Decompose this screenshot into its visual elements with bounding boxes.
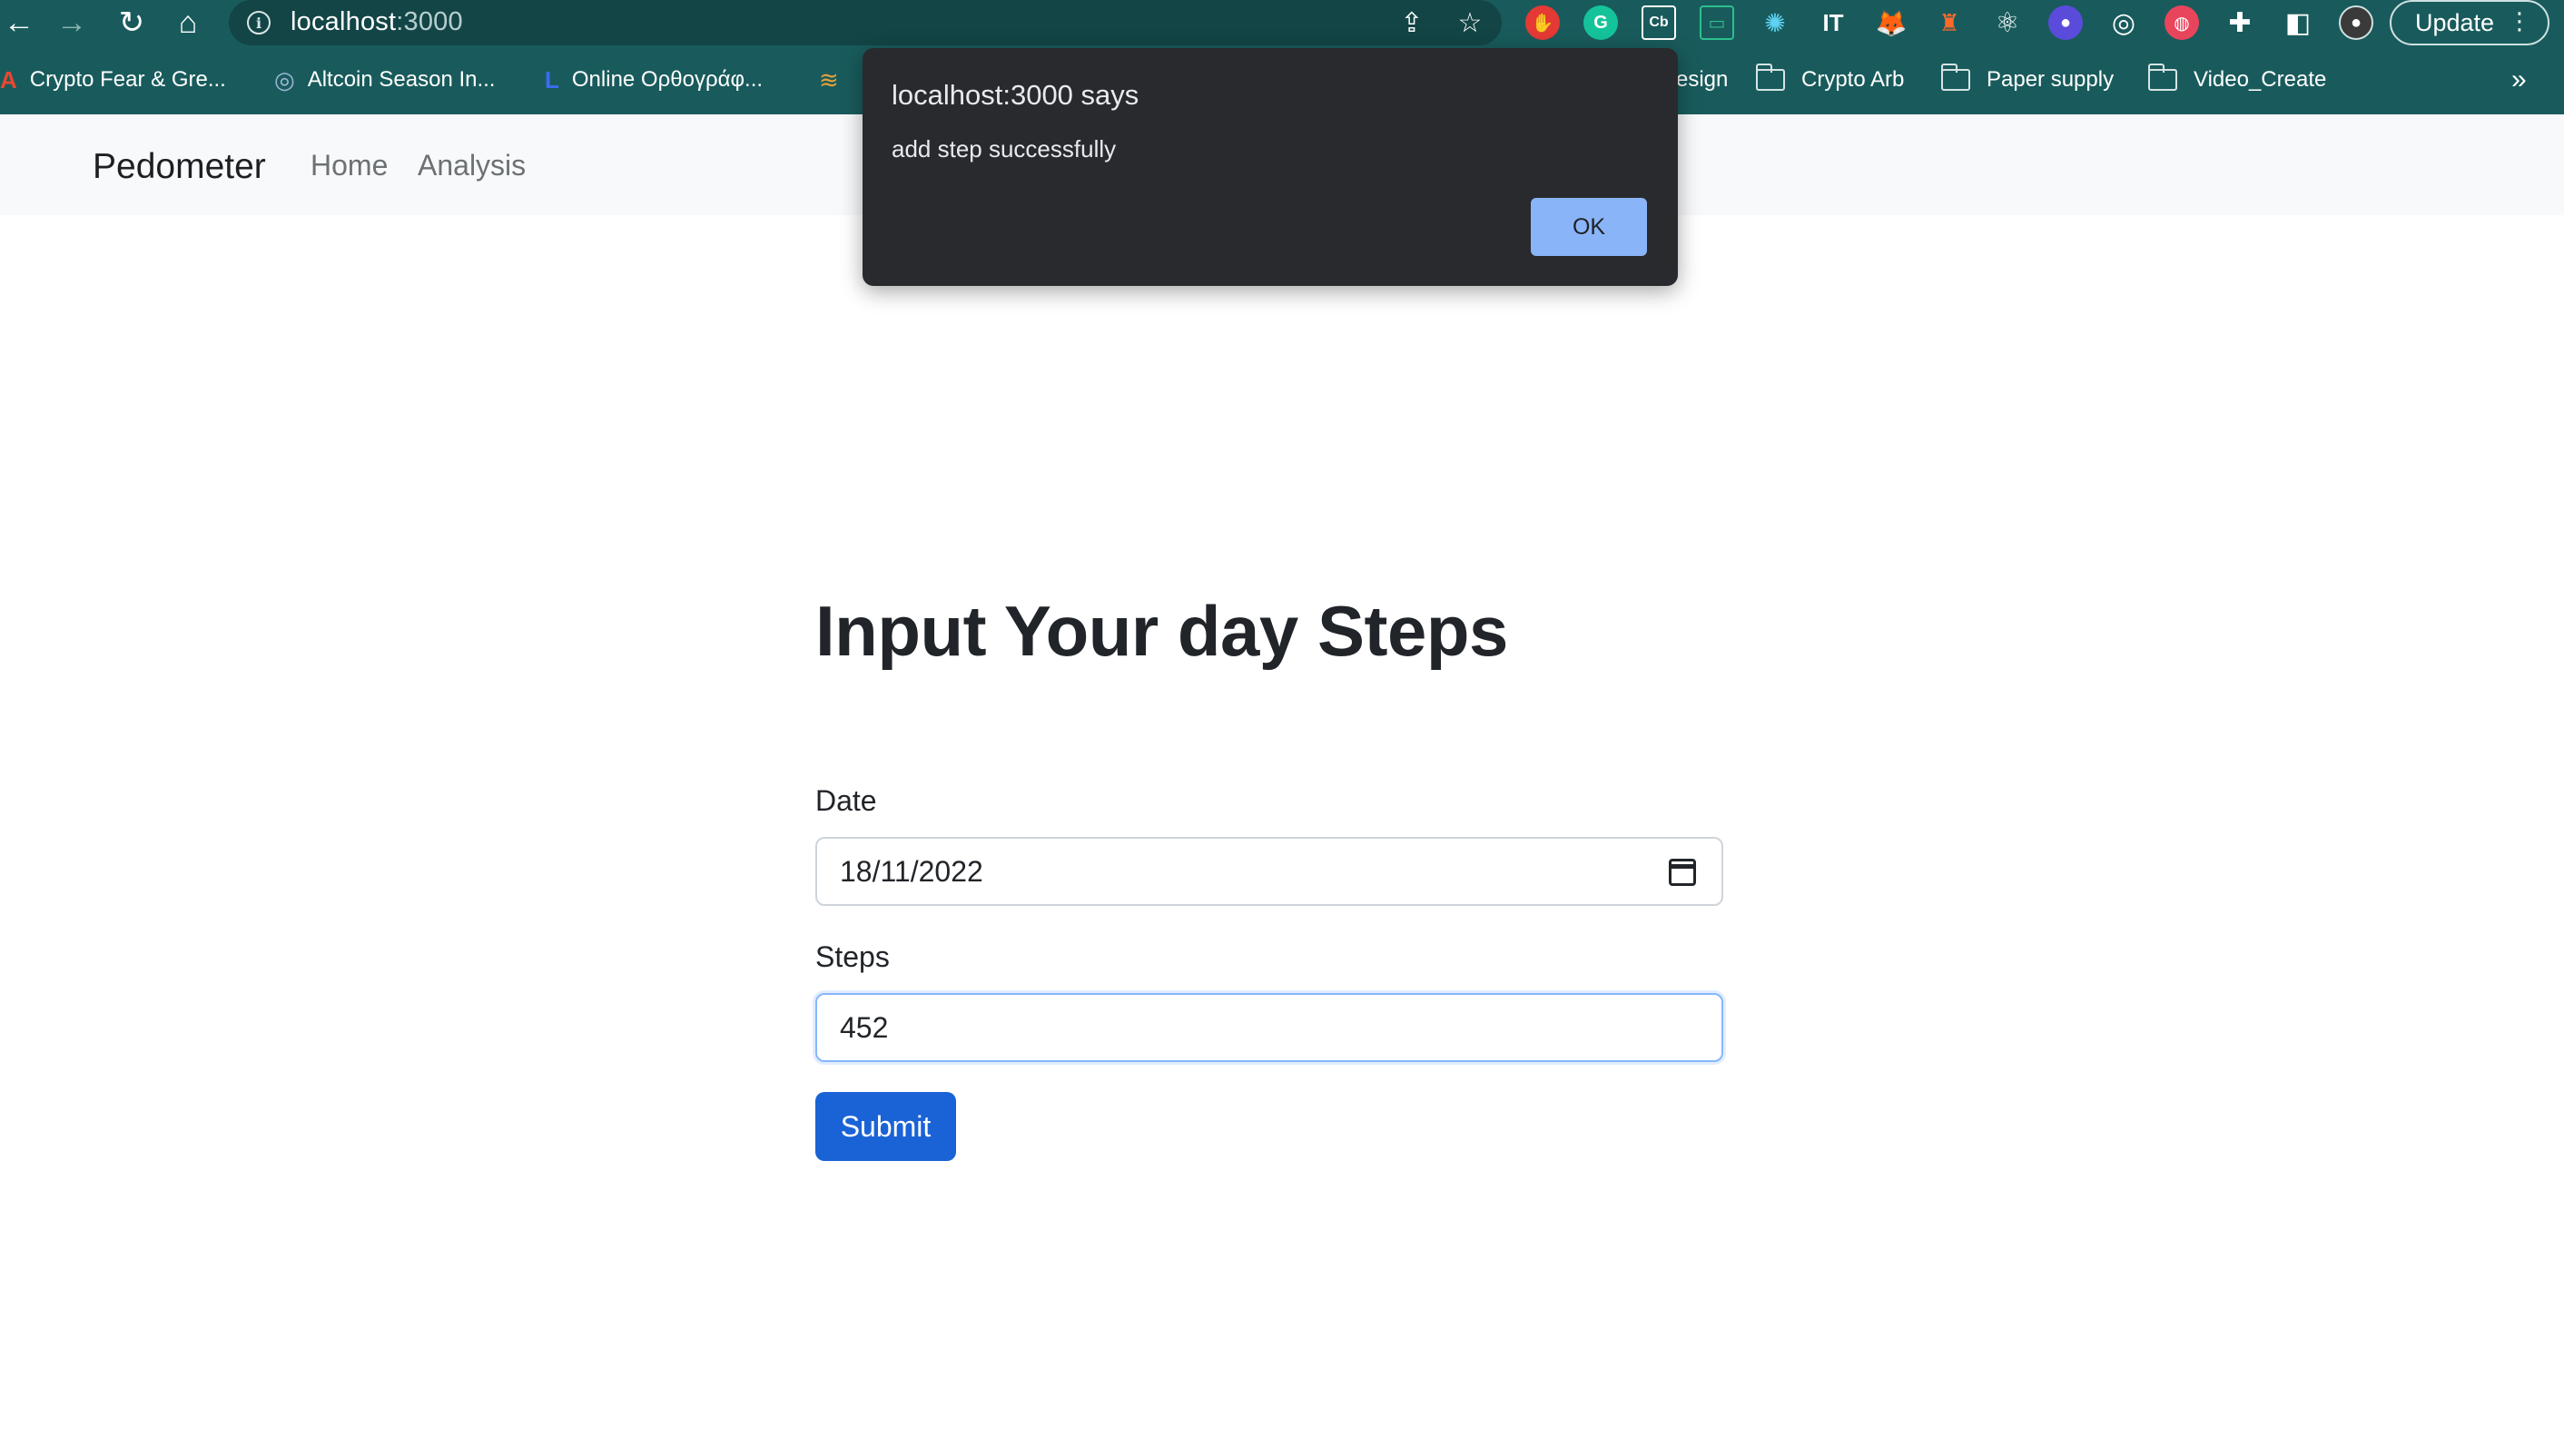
bookmark-label: Video_Create [2194, 67, 2327, 92]
adblock-extension-icon[interactable]: ✋ [1525, 5, 1560, 40]
steps-input[interactable]: 452 [815, 993, 1723, 1062]
site-info-icon[interactable]: i [247, 11, 271, 34]
browser-toolbar: ← → ↻ ⌂ i localhost:3000 ⇪ ☆ ✋ G Cb ▭ ✺ … [0, 0, 2564, 45]
folder-icon [2148, 64, 2177, 91]
reload-icon[interactable]: ↻ [113, 4, 151, 42]
cb-extension-icon[interactable]: Cb [1642, 5, 1676, 40]
submit-button[interactable]: Submit [815, 1092, 956, 1161]
side-panel-icon[interactable]: ◧ [2281, 5, 2315, 40]
date-label: Date [815, 784, 877, 817]
folder-icon [1941, 64, 1970, 91]
home-icon[interactable]: ⌂ [169, 4, 207, 42]
bookmark-label: esign [1676, 67, 1729, 92]
bookmark-item[interactable]: ◎ Altcoin Season In... [274, 60, 495, 100]
bookmark-item[interactable]: A Crypto Fear & Gre... [0, 60, 226, 100]
dialog-title: localhost:3000 says [892, 79, 1139, 111]
react-devtools-icon[interactable]: ⚛ [1990, 5, 2025, 40]
calendar-icon[interactable] [1669, 859, 1696, 886]
dialog-ok-button[interactable]: OK [1531, 198, 1647, 256]
ghost-extension-icon[interactable]: ● [2048, 5, 2083, 40]
altcoin-icon: ◎ [274, 65, 295, 93]
bookmark-folder[interactable]: Crypto Arb [1756, 60, 1904, 100]
fear-greed-icon: A [0, 65, 17, 93]
address-url[interactable]: localhost:3000 [291, 7, 463, 37]
bookmark-label: Altcoin Season In... [307, 67, 496, 92]
bookmark-label: Crypto Fear & Gre... [29, 67, 226, 92]
stack-icon: ≋ [819, 65, 839, 93]
extensions-puzzle-icon[interactable]: ✚ [2223, 5, 2257, 40]
bookmark-item[interactable]: ≋ [819, 60, 852, 100]
bookmark-folder[interactable]: Paper supply [1941, 60, 2114, 100]
dialog-message: add step successfully [892, 135, 1117, 162]
folder-icon [1756, 64, 1785, 91]
orthografos-icon: L [545, 65, 559, 93]
date-input[interactable]: 18/11/2022 [815, 837, 1723, 906]
date-value: 18/11/2022 [840, 854, 983, 888]
menu-kebab-icon[interactable]: ⋮ [2508, 9, 2531, 33]
share-icon[interactable]: ⇪ [1396, 7, 1427, 38]
bookmark-label: Crypto Arb [1801, 67, 1905, 92]
grammarly-extension-icon[interactable]: G [1583, 5, 1618, 40]
nav-link-analysis[interactable]: Analysis [418, 149, 526, 182]
ball-extension-icon[interactable]: ◍ [2165, 5, 2199, 40]
bookmark-star-icon[interactable]: ☆ [1455, 7, 1485, 38]
update-button[interactable]: Update ⋮ [2390, 0, 2549, 45]
nav-link-home[interactable]: Home [311, 149, 388, 182]
address-bar[interactable]: i localhost:3000 ⇪ ☆ [229, 0, 1502, 45]
bookmark-item[interactable]: L Online Ορθογράφ... [545, 60, 763, 100]
alert-dialog: localhost:3000 says add step successfull… [863, 48, 1678, 286]
more-bookmarks-chevron-icon[interactable]: » [2511, 60, 2527, 100]
bookmark-folder[interactable]: Video_Create [2148, 60, 2326, 100]
page-title: Input Your day Steps [815, 591, 1508, 671]
rocket-extension-icon[interactable]: ♜ [1932, 5, 1967, 40]
bookmark-label: Online Ορθογράφ... [571, 67, 764, 92]
navbar-brand[interactable]: Pedometer [93, 147, 266, 187]
network-extension-icon[interactable]: ✺ [1758, 5, 1792, 40]
bookmark-label: Paper supply [1987, 67, 2115, 92]
steps-value: 452 [840, 1010, 889, 1044]
steps-label: Steps [815, 940, 890, 973]
profile-avatar[interactable]: ● [2339, 5, 2373, 40]
screen-capture-extension-icon[interactable]: ▭ [1700, 5, 1734, 40]
update-button-label: Update [2415, 8, 2495, 36]
bookmark-item[interactable]: esign [1676, 60, 1728, 100]
target-extension-icon[interactable]: ◎ [2106, 5, 2141, 40]
metamask-extension-icon[interactable]: 🦊 [1874, 5, 1908, 40]
lt-extension-icon[interactable]: IT [1816, 5, 1850, 40]
back-arrow-icon[interactable]: ← [0, 4, 38, 42]
forward-arrow-icon[interactable]: → [53, 4, 91, 42]
